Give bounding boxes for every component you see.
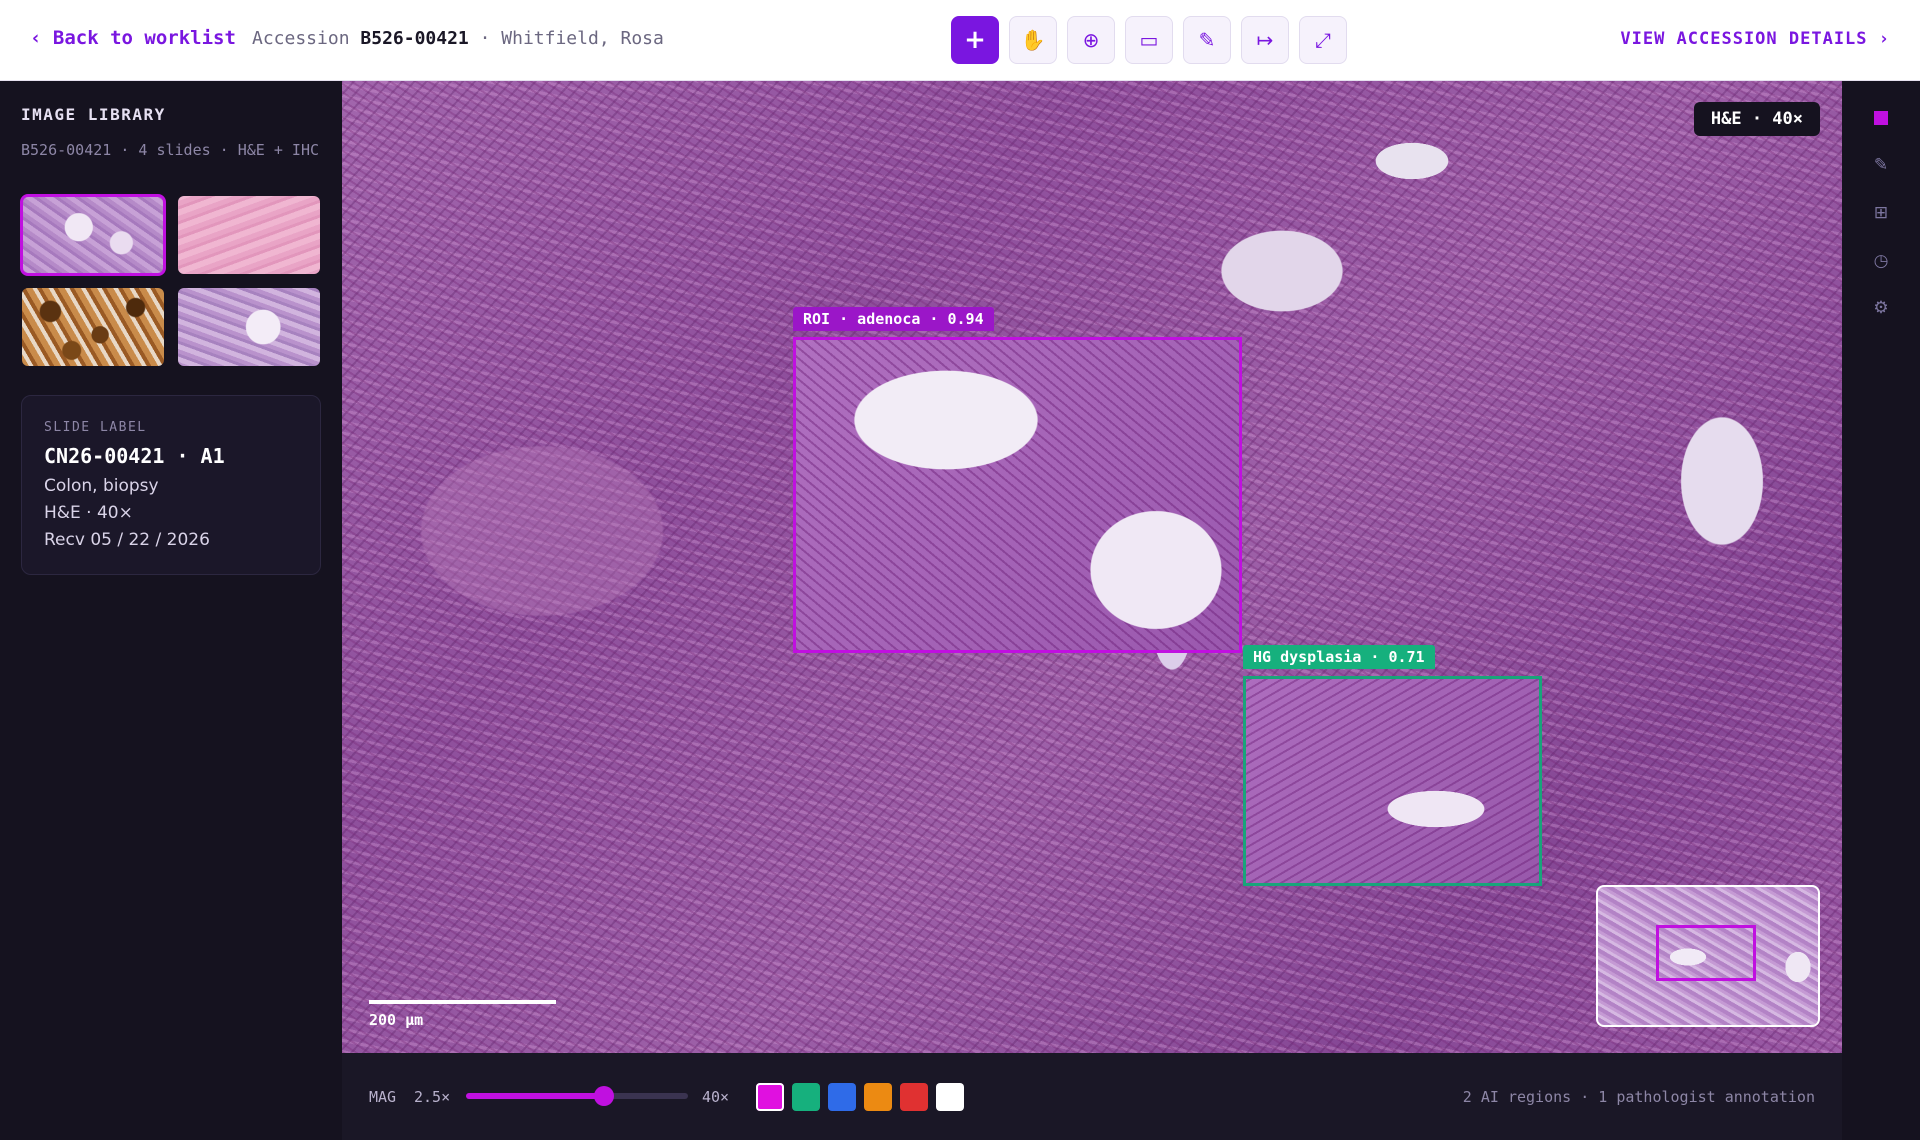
slide-id: CN26-00421 · A1 [44,444,225,468]
hand-icon: ✋ [1020,28,1046,52]
rail-annotate-button[interactable]: ✎ [1842,145,1920,185]
plus-icon: + [964,25,986,55]
minimap-viewport[interactable] [1656,925,1756,981]
grid-icon: ⊞ [1873,203,1889,223]
slide-label-card: SLIDE LABEL CN26-00421 · A1 Colon, biops… [21,395,321,575]
back-to-worklist-link[interactable]: ‹ Back to worklist [30,27,236,49]
rail-history-button[interactable]: ◷ [1842,241,1920,281]
accession-info: Accession B526-00421 · Whitfield, Rosa [252,28,664,49]
annotation-status: 2 AI regions · 1 pathologist annotation [1462,1088,1815,1106]
scale-bar [369,1000,556,1004]
pen-tool-button[interactable]: ✎ [1183,16,1231,64]
rectangle-icon: ▭ [1139,28,1159,52]
pencil-icon: ✎ [1873,155,1889,175]
target-tool-button[interactable]: ⊕ [1067,16,1115,64]
pencil-icon: ✎ [1198,28,1216,52]
magnification-max: 40× [702,1088,730,1106]
accession-prefix: Accession [252,28,350,49]
rail-color-button[interactable] [1842,98,1920,138]
region-label: HG dysplasia · 0.71 [1243,645,1435,669]
viewer-toolbar: + ✋ ⊕ ▭ ✎ ↦ ⤢ [951,16,1347,64]
color-swatch-orange[interactable] [864,1083,892,1111]
region-label: ROI · adenoca · 0.94 [793,307,994,331]
library-subtitle: B526-00421 · 4 slides · H&E + IHC [21,141,320,159]
rail-grid-button[interactable]: ⊞ [1842,193,1920,233]
magnification-slider-fill [466,1093,604,1099]
magnification-slider[interactable] [466,1086,688,1106]
slide-received-date: Recv 05 / 22 / 2026 [44,530,210,550]
target-icon: ⊕ [1082,28,1100,52]
magnification-slider-handle[interactable] [593,1086,614,1106]
scale-bar-label: 200 µm [369,1011,424,1029]
gear-icon: ⚙ [1873,298,1889,318]
slide-label-caption: SLIDE LABEL [44,420,147,435]
annotation-color-palette [756,1083,964,1111]
library-title: IMAGE LIBRARY [21,105,166,124]
top-bar: ‹ Back to worklist Accession B526-00421 … [0,0,1920,81]
magnification-min: 2.5× [414,1088,451,1106]
measure-tool-button[interactable]: ↦ [1241,16,1289,64]
color-swatch-red[interactable] [900,1083,928,1111]
region-box[interactable] [793,337,1242,653]
magnification-label: MAG [369,1088,397,1106]
color-swatch-blue[interactable] [828,1083,856,1111]
pan-tool-button[interactable]: ✋ [1009,16,1057,64]
expand-icon: ⤢ [1315,28,1331,52]
slide-thumbnail-4[interactable] [178,288,320,366]
view-accession-details-link[interactable]: VIEW ACCESSION DETAILS › [1620,29,1890,49]
color-swatch-green[interactable] [792,1083,820,1111]
rail-settings-button[interactable]: ⚙ [1842,288,1920,328]
overview-minimap[interactable] [1596,885,1820,1027]
slide-thumbnail-3[interactable] [22,288,164,366]
history-icon: ◷ [1873,251,1889,271]
color-swatch-magenta[interactable] [756,1083,784,1111]
slide-viewer-canvas[interactable]: H&E · 40× ROI · adenoca · 0.94 HG dyspla… [342,81,1842,1053]
stain-magnification-badge: H&E · 40× [1693,102,1820,136]
slide-thumbnail-2[interactable] [178,196,320,274]
crosshair-tool-button[interactable]: + [951,16,999,64]
annotation-color-icon [1874,111,1888,125]
right-tool-rail: ✎ ⊞ ◷ ⚙ [1842,81,1920,1140]
slide-thumbnail-1[interactable] [20,194,166,276]
region-box[interactable] [1243,676,1542,886]
slide-stain: H&E · 40× [44,503,133,523]
patient-name: · Whitfield, Rosa [479,28,664,49]
rectangle-tool-button[interactable]: ▭ [1125,16,1173,64]
image-library-sidebar: IMAGE LIBRARY B526-00421 · 4 slides · H&… [0,81,342,1140]
accession-id: B526-00421 [360,28,469,49]
viewer-bottom-bar: MAG 2.5× 40× 2 AI regions · 1 pathologis… [342,1053,1842,1140]
color-swatch-white[interactable] [936,1083,964,1111]
arrow-right-icon: ↦ [1256,28,1274,52]
slide-site: Colon, biopsy [44,476,159,496]
expand-tool-button[interactable]: ⤢ [1299,16,1347,64]
